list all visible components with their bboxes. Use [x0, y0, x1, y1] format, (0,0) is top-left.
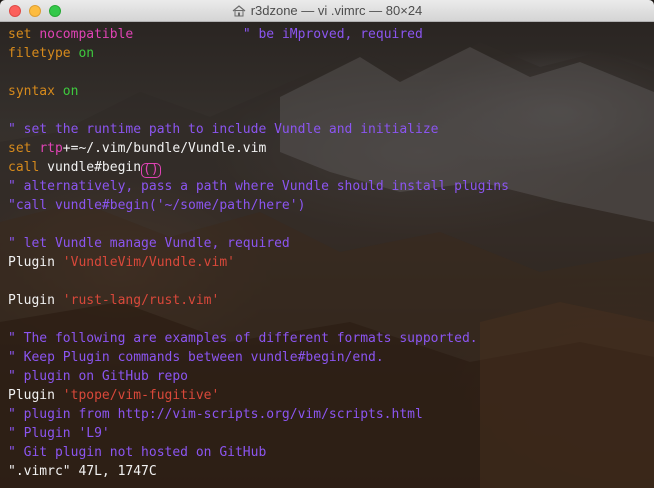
syntax-token-string: 'rust-lang/rust.vim' [62, 293, 220, 308]
syntax-token-normal: Plugin [8, 388, 63, 403]
editor-line[interactable]: set nocompatible " be iMproved, required [8, 25, 509, 44]
syntax-token-normal [133, 27, 243, 42]
syntax-token-constant: on [62, 84, 79, 99]
syntax-token-normal [55, 84, 63, 99]
syntax-token-comment: " let Vundle manage Vundle, required [8, 236, 290, 251]
syntax-token-plain: ".vimrc" 47L, 1747C [8, 464, 157, 479]
syntax-token-normal: Plugin [8, 255, 63, 270]
syntax-token-comment: " The following are examples of differen… [8, 331, 478, 346]
editor-line[interactable]: syntax on [8, 82, 509, 101]
window-title: r3dzone — vi .vimrc — 80×24 [250, 3, 423, 18]
editor-line[interactable]: " Git plugin not hosted on GitHub [8, 443, 509, 462]
editor-line[interactable]: call vundle#begin() [8, 158, 509, 178]
syntax-token-statement: set [8, 27, 32, 42]
window-title-area: r3dzone — vi .vimrc — 80×24 [0, 0, 654, 21]
editor-line[interactable]: " Plugin 'L9' [8, 424, 509, 443]
home-folder-icon [232, 4, 246, 16]
syntax-token-comment: " Plugin 'L9' [8, 426, 110, 441]
syntax-token-comment: " alternatively, pass a path where Vundl… [8, 179, 509, 194]
syntax-token-comment: "call vundle#begin('~/some/path/here') [8, 198, 306, 213]
editor-line[interactable]: " alternatively, pass a path where Vundl… [8, 177, 509, 196]
editor-line[interactable]: filetype on [8, 44, 509, 63]
syntax-token-keyword: nocompatible [39, 27, 134, 42]
editor-line[interactable]: Plugin 'tpope/vim-fugitive' [8, 386, 509, 405]
editor-buffer[interactable]: set nocompatible " be iMproved, required… [8, 25, 509, 481]
editor-line[interactable] [8, 63, 509, 82]
editor-line[interactable] [8, 310, 509, 329]
editor-line[interactable]: "call vundle#begin('~/some/path/here') [8, 196, 509, 215]
syntax-token-comment: " Keep Plugin commands between vundle#be… [8, 350, 384, 365]
syntax-token-string: 'tpope/vim-fugitive' [62, 388, 220, 403]
syntax-token-comment: " set the runtime path to include Vundle… [8, 122, 439, 137]
terminal-content[interactable]: set nocompatible " be iMproved, required… [0, 22, 654, 488]
editor-line[interactable] [8, 272, 509, 291]
syntax-token-keyword: rtp [39, 141, 63, 156]
syntax-token-comment: " be iMproved, required [242, 27, 423, 42]
syntax-token-normal: Plugin [8, 293, 63, 308]
editor-line[interactable] [8, 215, 509, 234]
syntax-token-statement: syntax [8, 84, 55, 99]
terminal-window: r3dzone — vi .vimrc — 80×24 set nocompat… [0, 0, 654, 488]
syntax-token-statement: set [8, 141, 32, 156]
editor-line[interactable]: " set the runtime path to include Vundle… [8, 120, 509, 139]
editor-line[interactable] [8, 101, 509, 120]
editor-line[interactable]: " let Vundle manage Vundle, required [8, 234, 509, 253]
syntax-token-comment: " Git plugin not hosted on GitHub [8, 445, 267, 460]
syntax-token-string: 'VundleVim/Vundle.vim' [62, 255, 235, 270]
editor-line[interactable]: " plugin on GitHub repo [8, 367, 509, 386]
syntax-token-constant: on [78, 46, 95, 61]
matching-paren-highlight: () [141, 162, 161, 178]
editor-line[interactable]: " The following are examples of differen… [8, 329, 509, 348]
editor-line[interactable]: Plugin 'VundleVim/Vundle.vim' [8, 253, 509, 272]
editor-line[interactable]: set rtp+=~/.vim/bundle/Vundle.vim [8, 139, 509, 158]
title-bar[interactable]: r3dzone — vi .vimrc — 80×24 [0, 0, 654, 22]
syntax-token-normal: +=~/.vim/bundle/Vundle.vim [62, 141, 267, 156]
syntax-token-normal: vundle#begin [39, 160, 142, 175]
syntax-token-comment: " plugin on GitHub repo [8, 369, 189, 384]
editor-line[interactable]: Plugin 'rust-lang/rust.vim' [8, 291, 509, 310]
syntax-token-comment: " plugin from http://vim-scripts.org/vim… [8, 407, 423, 422]
syntax-token-statement: filetype [8, 46, 71, 61]
editor-line[interactable]: " plugin from http://vim-scripts.org/vim… [8, 405, 509, 424]
editor-line[interactable]: " Keep Plugin commands between vundle#be… [8, 348, 509, 367]
vim-status-message[interactable]: ".vimrc" 47L, 1747C [8, 462, 509, 481]
syntax-token-statement: call [8, 160, 40, 175]
